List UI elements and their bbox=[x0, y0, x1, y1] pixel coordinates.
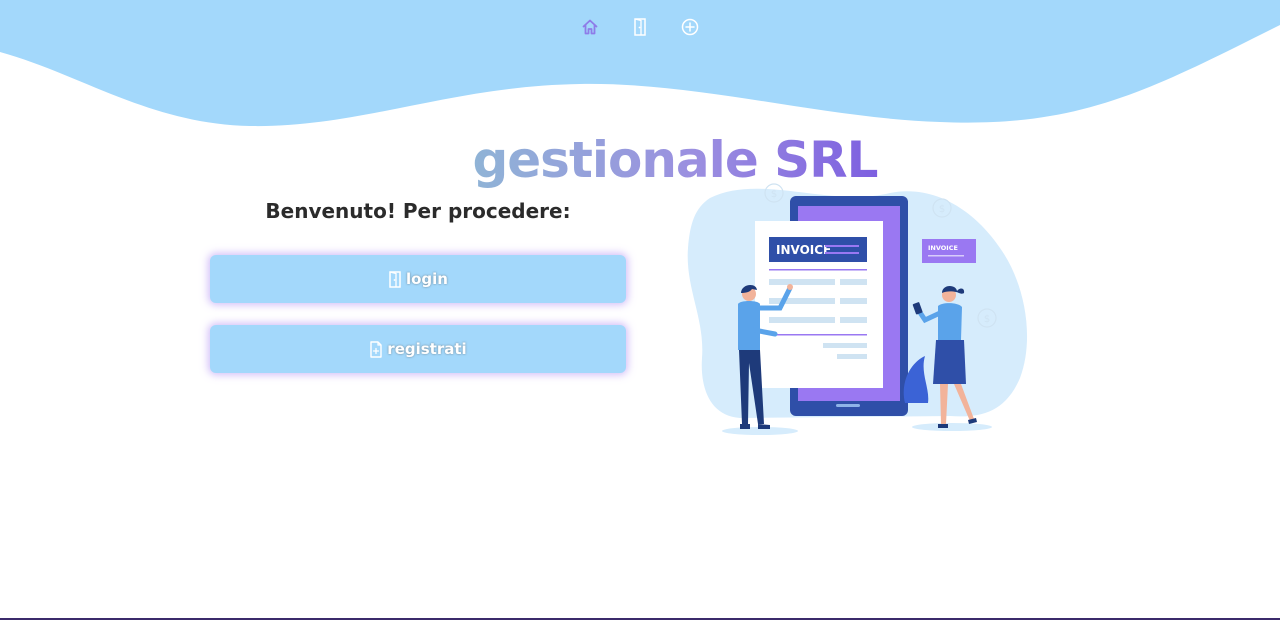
invoice-row bbox=[840, 298, 867, 304]
login-button[interactable]: login bbox=[210, 255, 626, 303]
small-invoice-line bbox=[928, 255, 964, 257]
welcome-text: Benvenuto! Per procedere: bbox=[265, 199, 571, 223]
nav-login-button[interactable] bbox=[620, 14, 660, 40]
small-invoice-title: INVOICE bbox=[928, 244, 958, 252]
invoice-header-line bbox=[825, 245, 859, 247]
phone-home-bar bbox=[836, 404, 860, 407]
man-hand bbox=[787, 284, 793, 290]
invoice-row bbox=[769, 279, 835, 285]
top-nav bbox=[570, 14, 710, 40]
invoice-row bbox=[769, 317, 835, 323]
door-icon bbox=[389, 270, 401, 288]
woman-top bbox=[938, 303, 962, 340]
plus-circle-icon bbox=[681, 18, 699, 36]
coin-symbol: $ bbox=[771, 189, 777, 200]
woman-skirt bbox=[933, 340, 966, 384]
invoice-header-line bbox=[825, 252, 859, 254]
register-button-label: registrati bbox=[387, 340, 467, 358]
coin-symbol: $ bbox=[984, 314, 990, 325]
invoice-total bbox=[837, 354, 867, 359]
page: gestionale SRL Benvenuto! Per procedere:… bbox=[0, 0, 1280, 620]
invoice-illustration: $ $ $ INVOICE INVOICE bbox=[687, 183, 1028, 435]
invoice-row bbox=[769, 298, 835, 304]
invoice-divider bbox=[769, 269, 867, 271]
invoice-row bbox=[840, 317, 867, 323]
invoice-row bbox=[840, 279, 867, 285]
door-icon bbox=[634, 18, 646, 36]
register-button[interactable]: registrati bbox=[210, 325, 626, 373]
invoice-title: INVOICE bbox=[776, 243, 831, 257]
nav-register-button[interactable] bbox=[670, 14, 710, 40]
coin-symbol: $ bbox=[939, 204, 945, 215]
invoice-divider bbox=[769, 334, 867, 336]
document-plus-icon bbox=[370, 340, 382, 358]
nav-home-button[interactable] bbox=[570, 14, 610, 40]
login-button-label: login bbox=[405, 270, 448, 288]
shadow-right bbox=[912, 423, 992, 431]
invoice-total bbox=[823, 343, 867, 348]
home-icon bbox=[582, 19, 598, 35]
